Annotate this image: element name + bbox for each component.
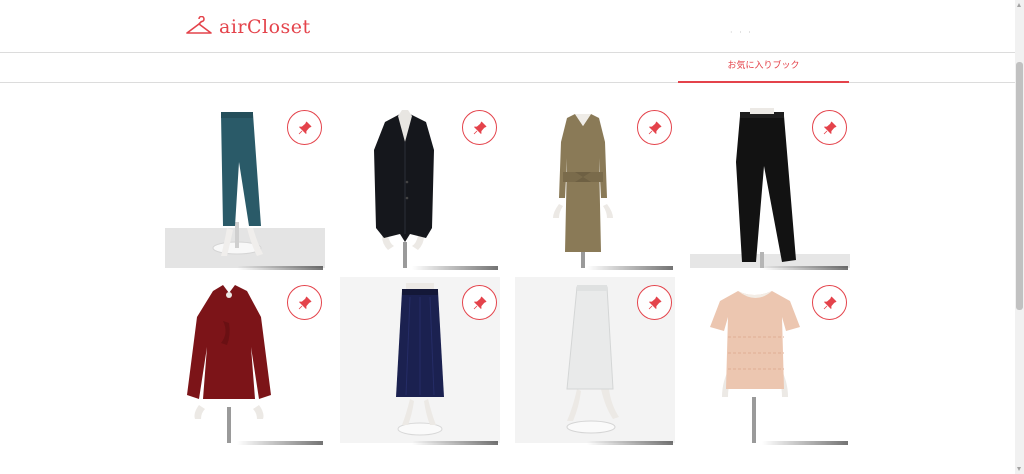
scroll-thumb[interactable] bbox=[1016, 62, 1023, 310]
card-shadow bbox=[237, 441, 323, 445]
favorite-button[interactable] bbox=[812, 110, 847, 145]
header-dots: · · · bbox=[730, 28, 753, 37]
item-card[interactable] bbox=[165, 277, 325, 445]
brand-logo[interactable]: airCloset bbox=[185, 14, 311, 40]
favorite-button[interactable] bbox=[287, 110, 322, 145]
pin-icon bbox=[473, 296, 486, 309]
pin-icon bbox=[648, 121, 661, 134]
arrow-down-icon bbox=[1017, 467, 1021, 471]
favorite-button[interactable] bbox=[287, 285, 322, 320]
card-shadow bbox=[587, 441, 673, 445]
favorite-button[interactable] bbox=[812, 285, 847, 320]
item-card[interactable] bbox=[340, 277, 500, 445]
card-shadow bbox=[237, 266, 323, 270]
arrow-up-icon bbox=[1017, 3, 1021, 7]
pin-icon bbox=[648, 296, 661, 309]
tab-bar: お気に入りブック bbox=[0, 53, 1015, 83]
item-card[interactable] bbox=[690, 102, 850, 270]
pin-icon bbox=[298, 296, 311, 309]
scroll-up-button[interactable] bbox=[1015, 0, 1024, 10]
card-shadow bbox=[762, 266, 848, 270]
page: airCloset · · · お気に入りブック bbox=[0, 0, 1015, 474]
favorite-button[interactable] bbox=[462, 285, 497, 320]
item-card[interactable] bbox=[165, 102, 325, 270]
site-header: airCloset · · · bbox=[0, 0, 1015, 53]
item-card[interactable] bbox=[515, 102, 675, 270]
card-shadow bbox=[587, 266, 673, 270]
vertical-scrollbar[interactable] bbox=[1015, 0, 1024, 474]
pin-icon bbox=[473, 121, 486, 134]
card-shadow bbox=[762, 441, 848, 445]
item-card[interactable] bbox=[690, 277, 850, 445]
item-card[interactable] bbox=[515, 277, 675, 445]
card-shadow bbox=[412, 441, 498, 445]
favorite-button[interactable] bbox=[462, 110, 497, 145]
brand-name: airCloset bbox=[219, 16, 311, 38]
pin-icon bbox=[298, 121, 311, 134]
scroll-down-button[interactable] bbox=[1015, 464, 1024, 474]
favorite-button[interactable] bbox=[637, 285, 672, 320]
pin-icon bbox=[823, 121, 836, 134]
hanger-icon bbox=[186, 16, 212, 34]
favorite-button[interactable] bbox=[637, 110, 672, 145]
tab-favorites-book[interactable]: お気に入りブック bbox=[678, 53, 849, 83]
item-card[interactable] bbox=[340, 102, 500, 270]
pin-icon bbox=[823, 296, 836, 309]
card-shadow bbox=[412, 266, 498, 270]
